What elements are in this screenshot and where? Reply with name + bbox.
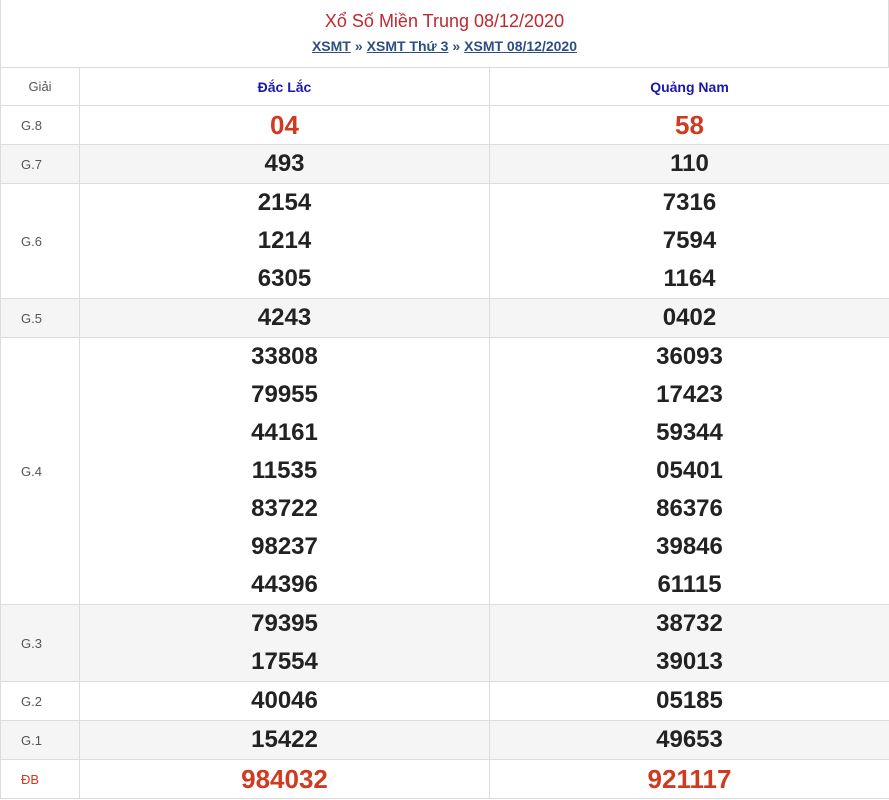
table-row: G.7 493 110 [0, 144, 889, 184]
lottery-number: 98237 [251, 533, 318, 560]
lottery-number: 7316 [662, 189, 717, 216]
lottery-number: 59344 [656, 419, 723, 446]
table-row: G.6 2154 1214 6305 7316 7594 1164 [0, 183, 889, 299]
result-cell: 493 [79, 144, 490, 184]
result-cell: 0402 [489, 298, 889, 338]
lottery-number: 493 [264, 150, 305, 177]
result-cell: 921117 [489, 759, 889, 799]
lottery-number: 4243 [257, 304, 312, 331]
prize-label: G.2 [0, 681, 80, 721]
table-row: G.1 15422 49653 [0, 720, 889, 760]
province-header-quang-nam[interactable]: Quảng Nam [489, 67, 889, 106]
prize-label: ĐB [0, 759, 80, 799]
prize-column-header: Giải [0, 67, 80, 106]
result-cell: 7316 7594 1164 [489, 183, 889, 299]
lottery-number: 7594 [662, 227, 717, 254]
results-table: Giải Đắc Lắc Quảng Nam G.8 04 58 G.7 493 110 G… [0, 67, 889, 799]
lottery-number: 40046 [251, 687, 318, 714]
lottery-number: 58 [675, 110, 704, 140]
breadcrumb-xsmt-date[interactable]: XSMT 08/12/2020 [464, 38, 577, 54]
lottery-number: 2154 [257, 189, 312, 216]
prize-label: G.7 [0, 144, 80, 184]
result-cell: 40046 [79, 681, 490, 721]
breadcrumb-separator: » [452, 38, 461, 54]
lottery-number: 33808 [251, 343, 318, 370]
prize-label: G.6 [0, 183, 80, 299]
result-cell: 79395 17554 [79, 604, 490, 682]
table-header-row: Giải Đắc Lắc Quảng Nam [0, 67, 889, 106]
lottery-number: 17554 [251, 648, 318, 675]
lottery-number: 39846 [656, 533, 723, 560]
lottery-number: 44161 [251, 419, 318, 446]
result-cell: 58 [489, 105, 889, 145]
lottery-number: 44396 [251, 571, 318, 598]
prize-label: G.8 [0, 105, 80, 145]
lottery-number: 79955 [251, 381, 318, 408]
lottery-number: 11535 [251, 457, 318, 484]
lottery-number: 38732 [656, 610, 723, 637]
result-cell: 05185 [489, 681, 889, 721]
lottery-number: 984032 [241, 764, 328, 794]
lottery-number: 04 [270, 110, 299, 140]
lottery-number: 36093 [656, 343, 723, 370]
breadcrumb-xsmt[interactable]: XSMT [312, 38, 351, 54]
prize-label: G.3 [0, 604, 80, 682]
result-cell: 4243 [79, 298, 490, 338]
prize-label: G.4 [0, 337, 80, 605]
result-cell: 2154 1214 6305 [79, 183, 490, 299]
province-header-dac-lac[interactable]: Đắc Lắc [79, 67, 490, 106]
table-row: G.4 33808 79955 44161 11535 83722 98237 44396 36… [0, 337, 889, 605]
table-row: G.5 4243 0402 [0, 298, 889, 338]
lottery-number: 39013 [656, 648, 723, 675]
result-cell: 38732 39013 [489, 604, 889, 682]
lottery-number: 15422 [251, 726, 318, 753]
lottery-number: 49653 [656, 726, 723, 753]
result-cell: 04 [79, 105, 490, 145]
page-title: Xổ Số Miền Trung 08/12/2020 [324, 11, 565, 31]
breadcrumb-xsmt-thu3[interactable]: XSMT Thứ 3 [367, 38, 449, 54]
lottery-number: 6305 [257, 265, 312, 292]
lottery-number: 921117 [647, 764, 732, 794]
table-row: G.3 79395 17554 38732 39013 [0, 604, 889, 682]
prize-label: G.1 [0, 720, 80, 760]
lottery-number: 0402 [662, 304, 717, 331]
prize-label: G.5 [0, 298, 80, 338]
lottery-number: 1214 [257, 227, 312, 254]
result-cell: 15422 [79, 720, 490, 760]
table-row: ĐB 984032 921117 [0, 759, 889, 799]
lottery-number: 17423 [656, 381, 723, 408]
breadcrumb: XSMT» XSMT Thứ 3» XSMT 08/12/2020 [1, 37, 888, 55]
result-cell: 36093 17423 59344 05401 86376 39846 61115 [489, 337, 889, 605]
lottery-number: 83722 [251, 495, 318, 522]
lottery-number: 05185 [656, 687, 723, 714]
result-cell: 984032 [79, 759, 490, 799]
lottery-number: 1164 [663, 265, 716, 292]
result-cell: 49653 [489, 720, 889, 760]
breadcrumb-separator: » [354, 38, 363, 54]
result-cell: 110 [489, 144, 889, 184]
table-row: G.2 40046 05185 [0, 681, 889, 721]
lottery-number: 110 [670, 150, 709, 177]
result-cell: 33808 79955 44161 11535 83722 98237 44396 [79, 337, 490, 605]
lottery-number: 86376 [656, 495, 723, 522]
table-row: G.8 04 58 [0, 105, 889, 145]
lottery-number: 61115 [657, 571, 722, 598]
lottery-number: 79395 [251, 610, 318, 637]
results-header: Xổ Số Miền Trung 08/12/2020 XSMT» XSMT Th… [0, 0, 889, 67]
lottery-number: 05401 [656, 457, 723, 484]
